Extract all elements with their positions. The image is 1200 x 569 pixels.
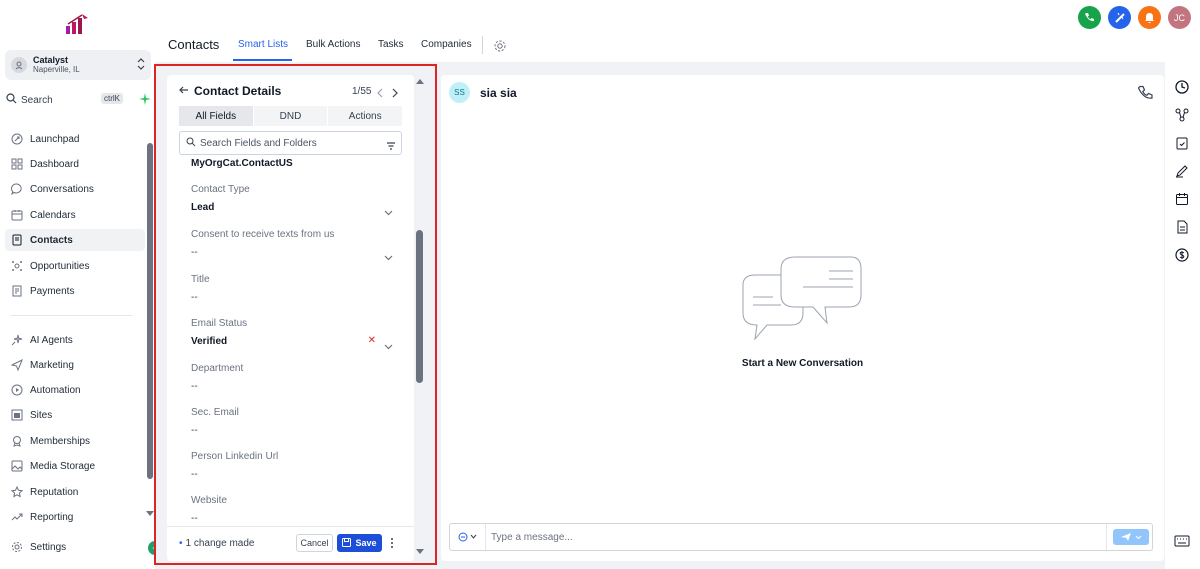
trend-icon [10,510,24,524]
empty-state-text: Start a New Conversation [741,358,864,369]
calendar-icon [10,208,24,222]
sidebar-item-label: Contacts [30,234,73,246]
document-icon[interactable] [1174,219,1190,235]
highlight-outline [154,64,437,565]
grid-icon [10,157,24,171]
keyboard-icon[interactable] [1174,533,1190,549]
search-label: Search [21,94,53,106]
sidebar-item-label: Marketing [30,359,74,371]
tab-companies[interactable]: Companies [421,39,472,50]
sidebar-item-contacts[interactable]: Contacts [5,229,145,251]
search-icon [6,91,17,109]
sidebar-item-label: Dashboard [30,158,79,170]
page-title: Contacts [168,37,220,52]
send-area [1106,524,1154,550]
gear-icon [10,540,24,554]
sidebar-scrollbar[interactable] [147,143,153,479]
user-avatar[interactable]: JC [1168,6,1191,29]
message-composer: Type a message... [449,523,1153,551]
sidebar-item-automation[interactable]: Automation [5,379,145,401]
contact-name[interactable]: sia sia [480,86,517,100]
workflow-icon[interactable] [1174,107,1190,123]
ai-sparkle-icon [10,333,24,347]
sidebar-item-label: Automation [30,384,81,396]
automation-icon [10,383,24,397]
task-clipboard-icon[interactable] [1174,135,1190,151]
gear-icon[interactable] [493,39,507,58]
contacts-icon [10,233,24,247]
sidebar-item-reputation[interactable]: Reputation [5,481,145,503]
conversation-panel: SS sia sia Start a New Conversation Type… [441,75,1164,561]
sidebar: Catalyst Naperville, IL Search ctrlK Lau… [0,0,155,569]
pen-icon[interactable] [1174,163,1190,179]
send-icon [10,358,24,372]
payments-icon [10,284,24,298]
ai-assistant-icon[interactable] [1108,6,1131,29]
rocket-icon [10,132,24,146]
sidebar-item-label: Sites [30,409,53,421]
phone-icon[interactable] [1137,85,1153,106]
sidebar-item-label: AI Agents [30,334,73,346]
app-root: Catalyst Naperville, IL Search ctrlK Lau… [0,0,1200,569]
sidebar-item-label: Launchpad [30,133,80,145]
sidebar-item-label: Reporting [30,511,74,523]
sidebar-item-conversations[interactable]: Conversations [5,178,145,200]
sidebar-item-ai-agents[interactable]: AI Agents [5,329,145,351]
chat-bubbles-illustration [733,255,863,350]
sidebar-item-reporting[interactable]: Reporting [5,506,145,528]
calendar-icon[interactable] [1174,191,1190,207]
sidebar-item-calendars[interactable]: Calendars [5,204,145,226]
account-switcher[interactable]: Catalyst Naperville, IL [5,50,151,80]
account-location: Naperville, IL [33,65,80,74]
sidebar-item-label: Payments [30,285,75,297]
bell-icon[interactable] [1138,6,1161,29]
active-tab-indicator [233,59,292,61]
channel-selector[interactable] [450,524,486,550]
sidebar-item-label: Settings [30,541,67,553]
tab-tasks[interactable]: Tasks [378,39,404,50]
contact-avatar: SS [449,82,470,103]
location-icon [11,57,27,73]
phone-icon[interactable] [1078,6,1101,29]
ai-sparkle-icon[interactable] [139,92,151,110]
sidebar-search[interactable]: Search ctrlK [6,92,151,108]
opportunities-icon [10,259,24,273]
chat-icon [10,182,24,196]
sidebar-item-memberships[interactable]: Memberships [5,430,145,452]
activity-clock-icon[interactable] [1174,79,1190,95]
star-icon [10,485,24,499]
send-button[interactable] [1113,529,1149,545]
sidebar-item-marketing[interactable]: Marketing [5,354,145,376]
tab-separator [482,36,483,54]
sidebar-item-dashboard[interactable]: Dashboard [5,153,145,175]
sidebar-divider [10,315,132,316]
message-input[interactable]: Type a message... [491,532,573,543]
tab-smart-lists[interactable]: Smart Lists [238,39,288,50]
sidebar-scroll-down-icon[interactable] [146,511,154,516]
sidebar-item-payments[interactable]: Payments [5,280,145,302]
top-nav: Contacts Smart Lists Bulk Actions Tasks … [155,30,515,62]
sidebar-item-sites[interactable]: Sites [5,404,145,426]
sidebar-item-launchpad[interactable]: Launchpad [5,128,145,150]
sidebar-item-media-storage[interactable]: Media Storage [5,455,145,477]
sidebar-item-opportunities[interactable]: Opportunities [5,255,145,277]
image-icon [10,459,24,473]
memberships-icon [10,434,24,448]
account-name: Catalyst [33,55,69,65]
sidebar-item-label: Conversations [30,183,94,195]
sidebar-item-label: Media Storage [30,460,96,472]
chevron-updown-icon [137,57,145,76]
sidebar-item-label: Memberships [30,435,91,447]
app-logo[interactable] [64,12,90,36]
right-rail [1165,62,1200,569]
sidebar-item-settings[interactable]: Settings [5,536,145,558]
search-shortcut: ctrlK [101,93,123,104]
tab-bulk-actions[interactable]: Bulk Actions [306,39,360,50]
dollar-icon[interactable] [1174,247,1190,263]
sidebar-item-label: Calendars [30,209,76,221]
sidebar-item-label: Opportunities [30,260,90,272]
sidebar-item-label: Reputation [30,486,79,498]
sites-icon [10,408,24,422]
